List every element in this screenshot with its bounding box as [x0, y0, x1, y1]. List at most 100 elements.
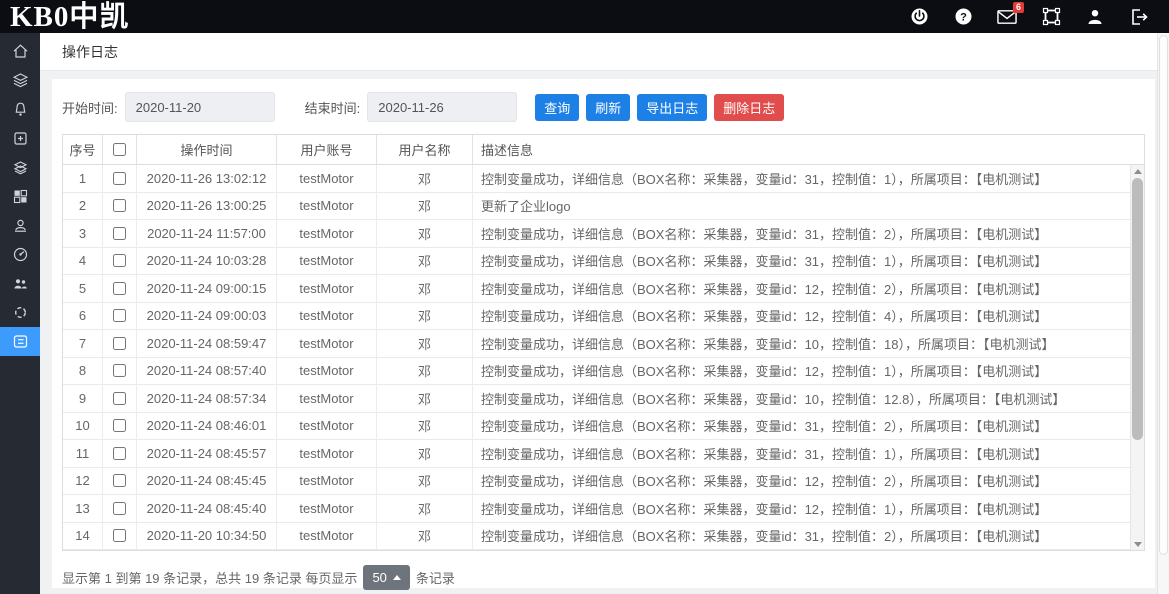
svg-text:?: ?	[960, 11, 967, 23]
table-row: 32020-11-24 11:57:00testMotor邓控制变量成功，详细信…	[63, 220, 1144, 248]
cell-name: 邓	[377, 413, 473, 440]
table-row: 92020-11-24 08:57:34testMotor邓控制变量成功，详细信…	[63, 385, 1144, 413]
row-checkbox[interactable]	[113, 502, 126, 515]
sidebar-item-window-add[interactable]	[0, 124, 40, 153]
row-checkbox[interactable]	[113, 309, 126, 322]
cell-no: 6	[63, 303, 103, 330]
table-body: 12020-11-26 13:02:12testMotor邓控制变量成功，详细信…	[63, 165, 1144, 550]
cell-name: 邓	[377, 495, 473, 522]
end-time-input[interactable]	[367, 92, 517, 122]
table-row: 12020-11-26 13:02:12testMotor邓控制变量成功，详细信…	[63, 165, 1144, 193]
col-header-time: 操作时间	[137, 135, 277, 164]
row-checkbox[interactable]	[113, 447, 126, 460]
main-content: 操作日志 开始时间: 结束时间: 查询 刷新 导出日志 删除日志 序号 操作时间…	[40, 33, 1169, 594]
cell-time: 2020-11-24 08:59:47	[137, 330, 277, 357]
scrollbar-thumb[interactable]	[1132, 178, 1143, 440]
scroll-down-arrow[interactable]	[1131, 538, 1144, 550]
row-checkbox[interactable]	[113, 282, 126, 295]
logout-icon[interactable]	[1129, 7, 1149, 27]
pagination-summary: 显示第 1 到第 19 条记录，总共 19 条记录 每页显示	[62, 568, 357, 587]
sidebar-item-home[interactable]	[0, 37, 40, 66]
cell-name: 邓	[377, 165, 473, 192]
cell-time: 2020-11-24 08:46:01	[137, 413, 277, 440]
cell-desc: 控制变量成功，详细信息（BOX名称：采集器，变量id：31，控制值：1），所属项…	[473, 440, 1144, 467]
cell-name: 邓	[377, 330, 473, 357]
export-log-button[interactable]: 导出日志	[637, 94, 707, 121]
content-card: 开始时间: 结束时间: 查询 刷新 导出日志 删除日志 序号 操作时间 用户账号…	[52, 79, 1155, 588]
row-checkbox[interactable]	[113, 254, 126, 267]
cell-time: 2020-11-24 08:57:34	[137, 385, 277, 412]
sidebar-item-users[interactable]	[0, 269, 40, 298]
cell-name: 邓	[377, 468, 473, 495]
cell-acct: testMotor	[277, 193, 377, 220]
row-checkbox[interactable]	[113, 199, 126, 212]
fullscreen-icon[interactable]	[1041, 7, 1061, 27]
table-row: 62020-11-24 09:00:03testMotor邓控制变量成功，详细信…	[63, 303, 1144, 331]
col-header-select	[103, 135, 137, 164]
cell-time: 2020-11-24 11:57:00	[137, 220, 277, 247]
topbar: KB0中凯 ? 6	[0, 0, 1169, 33]
delete-log-button[interactable]: 删除日志	[714, 94, 784, 121]
modules-grid-icon	[12, 188, 29, 205]
help-icon[interactable]: ?	[953, 7, 973, 27]
cell-acct: testMotor	[277, 165, 377, 192]
user-icon[interactable]	[1085, 7, 1105, 27]
sidebar-item-operation-log[interactable]	[0, 327, 40, 356]
table-header: 序号 操作时间 用户账号 用户名称 描述信息	[63, 135, 1144, 165]
start-time-label: 开始时间:	[62, 98, 118, 117]
cell-no: 13	[63, 495, 103, 522]
row-checkbox[interactable]	[113, 364, 126, 377]
row-checkbox[interactable]	[113, 392, 126, 405]
cell-acct: testMotor	[277, 523, 377, 550]
profile-icon	[12, 217, 29, 234]
page-size-dropdown[interactable]: 50	[363, 565, 409, 590]
select-all-checkbox[interactable]	[113, 143, 126, 156]
cell-no: 1	[63, 165, 103, 192]
cell-desc: 控制变量成功，详细信息（BOX名称：采集器，变量id：10，控制值：18），所属…	[473, 330, 1144, 357]
cell-acct: testMotor	[277, 440, 377, 467]
cell-time: 2020-11-26 13:02:12	[137, 165, 277, 192]
cell-no: 4	[63, 248, 103, 275]
row-checkbox[interactable]	[113, 474, 126, 487]
refresh-button[interactable]: 刷新	[586, 94, 630, 121]
log-list-icon	[12, 333, 29, 350]
scroll-up-arrow[interactable]	[1131, 165, 1144, 177]
table-row: 102020-11-24 08:46:01testMotor邓控制变量成功，详细…	[63, 413, 1144, 441]
sidebar-item-sync[interactable]	[0, 298, 40, 327]
pagination-bar: 显示第 1 到第 19 条记录，总共 19 条记录 每页显示 50 条记录	[62, 565, 1145, 590]
page-scrollbar-thumb[interactable]	[1159, 35, 1168, 555]
brand-logo: KB0中凯	[0, 0, 139, 34]
row-checkbox[interactable]	[113, 419, 126, 432]
start-time-input[interactable]	[125, 92, 275, 122]
cell-no: 11	[63, 440, 103, 467]
mail-badge: 6	[1013, 2, 1024, 13]
sidebar-item-dashboard[interactable]	[0, 240, 40, 269]
row-checkbox[interactable]	[113, 337, 126, 350]
col-header-desc: 描述信息	[473, 135, 1144, 164]
pagination-suffix: 条记录	[416, 568, 455, 587]
sidebar-item-notifications[interactable]	[0, 95, 40, 124]
cell-no: 9	[63, 385, 103, 412]
sidebar-item-layers[interactable]	[0, 66, 40, 95]
operation-log-table: 序号 操作时间 用户账号 用户名称 描述信息 1 2020-11-26 13:02…	[62, 134, 1145, 551]
table-scrollbar[interactable]	[1130, 165, 1144, 550]
cell-time: 2020-11-24 10:03:28	[137, 248, 277, 275]
query-button[interactable]: 查询	[535, 94, 579, 121]
cell-acct: testMotor	[277, 385, 377, 412]
page-scrollbar[interactable]	[1157, 33, 1169, 594]
filter-toolbar: 开始时间: 结束时间: 查询 刷新 导出日志 删除日志	[62, 91, 1145, 123]
users-group-icon	[12, 275, 29, 292]
row-checkbox[interactable]	[113, 529, 126, 542]
table-row: 22020-11-26 13:00:25testMotor邓更新了企业logo	[63, 193, 1144, 221]
mail-icon[interactable]: 6	[997, 7, 1017, 27]
sidebar-item-modules[interactable]	[0, 182, 40, 211]
cell-time: 2020-11-24 08:45:57	[137, 440, 277, 467]
row-checkbox[interactable]	[113, 227, 126, 240]
power-icon[interactable]	[909, 7, 929, 27]
row-checkbox[interactable]	[113, 172, 126, 185]
cell-acct: testMotor	[277, 413, 377, 440]
sidebar-item-stack[interactable]	[0, 153, 40, 182]
sidebar-item-profile[interactable]	[0, 211, 40, 240]
cell-no: 7	[63, 330, 103, 357]
cell-name: 邓	[377, 303, 473, 330]
